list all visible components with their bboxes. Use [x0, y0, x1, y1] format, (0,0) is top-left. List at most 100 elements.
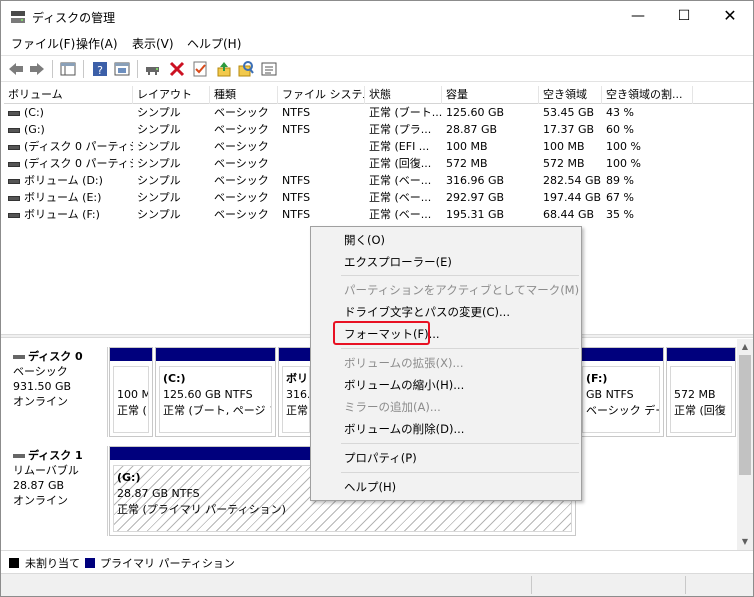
disk-1-label[interactable]: ディスク 1 リムーバブル 28.87 GB オンライン [8, 446, 108, 536]
menu-file[interactable]: ファイル(F) [11, 35, 75, 52]
search-icon[interactable] [237, 60, 255, 78]
free-space-cell: 53.45 GB [543, 106, 595, 119]
free-space-cell: 197.44 GB [543, 191, 602, 204]
maximize-button[interactable]: ☐ [661, 1, 707, 32]
title-bar: ディスクの管理 — ☐ ✕ [1, 1, 753, 32]
toolbar: ? [1, 55, 753, 82]
graph-vertical-scrollbar[interactable]: ▲ ▼ [737, 339, 753, 550]
table-row[interactable]: (ディスク 0 パーティシ... シンプル ベーシック 正常 (EFI ... … [4, 139, 753, 156]
table-row[interactable]: (C:) シンプル ベーシック NTFS 正常 (ブート... 125.60 G… [4, 105, 753, 122]
volume-name-cell: (ディスク 0 パーティシ... [4, 139, 133, 156]
partition-recovery[interactable]: 572 MB 正常 (回復 [666, 347, 736, 437]
menu-item-extend-volume[interactable]: ボリュームの拡張(X)... [344, 352, 463, 374]
cell-text: ボリューム (E:) [24, 191, 102, 204]
column-header-type[interactable]: 種類 [210, 86, 278, 104]
partition-line: 316.9 [286, 388, 309, 401]
connect-drive-icon[interactable] [144, 60, 162, 78]
partition-line: 正常 (プライマリ パーティション) [117, 503, 286, 516]
column-header-capacity[interactable]: 容量 [442, 86, 539, 104]
menu-item-mark-active[interactable]: パーティションをアクティブとしてマーク(M) [344, 279, 579, 301]
table-row[interactable]: ボリューム (D:) シンプル ベーシック NTFS 正常 (ベー... 316… [4, 173, 753, 190]
type-cell: ベーシック [214, 123, 269, 136]
menu-item-delete-volume[interactable]: ボリュームの削除(D)... [344, 418, 464, 440]
close-button[interactable]: ✕ [707, 1, 753, 32]
drive-icon [8, 127, 20, 133]
drive-icon [8, 212, 20, 218]
help-icon[interactable]: ? [91, 60, 109, 78]
disk-0-label[interactable]: ディスク 0 ベーシック 931.50 GB オンライン [8, 347, 108, 437]
volume-name-cell: ボリューム (E:) [4, 190, 133, 207]
disk-management-app-icon [11, 11, 25, 23]
free-percent-cell: 67 % [606, 191, 634, 204]
free-percent-cell: 89 % [606, 174, 634, 187]
drive-icon [8, 161, 20, 167]
partition-legend: 未割り当て プライマリ パーティション [1, 550, 753, 572]
menu-separator [341, 443, 579, 444]
disk-size: 28.87 GB [13, 479, 65, 492]
status-cell: 正常 (プラ... [369, 123, 432, 136]
type-cell: ベーシック [214, 174, 269, 187]
console-tree-icon[interactable] [59, 60, 77, 78]
menu-item-help[interactable]: ヘルプ(H) [344, 476, 396, 498]
primary-partition-legend-swatch [85, 558, 95, 568]
window-title: ディスクの管理 [32, 11, 116, 25]
forward-icon[interactable] [28, 60, 46, 78]
status-cell: 正常 (ベー... [369, 174, 432, 187]
menu-item-explorer[interactable]: エクスプローラー(E) [344, 251, 452, 273]
menu-separator [341, 472, 579, 473]
partition-band [279, 348, 313, 361]
column-header-filesystem[interactable]: ファイル システム [278, 86, 365, 104]
partition-body: (C:) 125.60 GB NTFS 正常 (ブート, ページ ファ [159, 366, 272, 433]
column-header-volume[interactable]: ボリューム [4, 86, 133, 104]
partition-line: 100 M [117, 388, 149, 401]
partition-c[interactable]: (C:) 125.60 GB NTFS 正常 (ブート, ページ ファ [155, 347, 276, 437]
menu-item-shrink-volume[interactable]: ボリュームの縮小(H)... [344, 374, 464, 396]
table-row[interactable]: ボリューム (F:) シンプル ベーシック NTFS 正常 (ベー... 195… [4, 207, 753, 224]
partition-band [667, 348, 735, 361]
table-row[interactable]: ボリューム (E:) シンプル ベーシック NTFS 正常 (ベー... 292… [4, 190, 753, 207]
partition-line: 正常 (ブート, ページ ファ [163, 404, 271, 417]
disk-name: ディスク 0 [28, 350, 83, 363]
capacity-cell: 292.97 GB [446, 191, 505, 204]
filesystem-cell: NTFS [282, 123, 311, 136]
check-icon[interactable] [191, 60, 209, 78]
status-cell: 正常 (EFI ... [369, 140, 430, 153]
drive-icon [8, 195, 20, 201]
partition-efi[interactable]: 100 M 正常 ( [109, 347, 153, 437]
table-row[interactable]: (ディスク 0 パーティシ... シンプル ベーシック 正常 (回復... 57… [4, 156, 753, 173]
menu-item-open[interactable]: 開く(O) [344, 229, 385, 251]
cell-text: (ディスク 0 パーティシ... [24, 140, 133, 153]
partition-body: (F:) GB NTFS ベーシック データ) [582, 366, 660, 433]
minimize-button[interactable]: — [615, 1, 661, 32]
table-row[interactable]: (G:) シンプル ベーシック NTFS 正常 (プラ... 28.87 GB … [4, 122, 753, 139]
column-header-free-percent[interactable]: 空き領域の割... [602, 86, 693, 104]
view-icon[interactable] [260, 60, 278, 78]
disk-name: ディスク 1 [28, 449, 83, 462]
column-header-status[interactable]: 状態 [365, 86, 442, 104]
menu-view[interactable]: 表示(V) [132, 35, 174, 52]
menu-item-add-mirror[interactable]: ミラーの追加(A)... [344, 396, 441, 418]
partition-line: 125.60 GB NTFS [163, 388, 253, 401]
partition-d[interactable]: ボリ 316.9 正常 [278, 347, 314, 437]
partition-line [117, 371, 145, 387]
capacity-cell: 572 MB [446, 157, 488, 170]
scroll-up-arrow-icon[interactable]: ▲ [737, 339, 753, 355]
toolbar-separator [52, 60, 53, 78]
menu-action[interactable]: 操作(A) [76, 35, 118, 52]
back-icon[interactable] [7, 60, 25, 78]
delete-icon[interactable] [168, 60, 186, 78]
column-header-layout[interactable]: レイアウト [133, 86, 210, 104]
menu-help[interactable]: ヘルプ(H) [187, 35, 241, 52]
cell-text: ボリューム (F:) [24, 208, 100, 221]
menu-item-change-drive-letter[interactable]: ドライブ文字とパスの変更(C)... [344, 301, 510, 323]
partition-f[interactable]: (F:) GB NTFS ベーシック データ) [578, 347, 664, 437]
toolbar-separator [83, 60, 84, 78]
properties-icon[interactable] [113, 60, 131, 78]
menu-item-properties[interactable]: プロパティ(P) [344, 447, 417, 469]
partition-line: 正常 (回復 [674, 404, 726, 417]
export-list-icon[interactable] [215, 60, 233, 78]
scroll-thumb[interactable] [739, 355, 751, 475]
column-header-free-space[interactable]: 空き領域 [539, 86, 602, 104]
cell-text: (G:) [24, 123, 45, 136]
scroll-down-arrow-icon[interactable]: ▼ [737, 534, 753, 550]
